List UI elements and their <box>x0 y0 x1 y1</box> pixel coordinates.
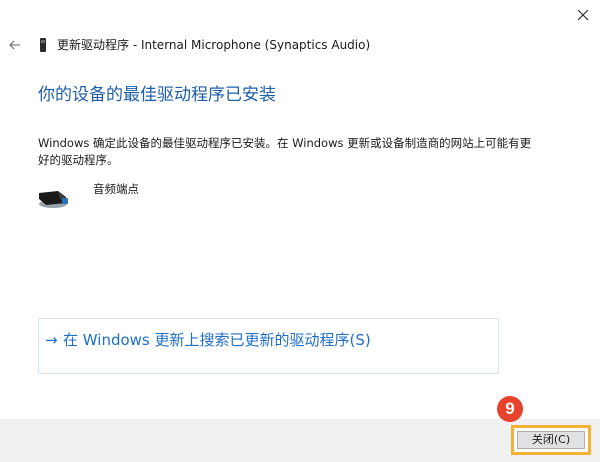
page-heading: 你的设备的最佳驱动程序已安装 <box>38 85 276 105</box>
search-windows-update-link[interactable]: → 在 Windows 更新上搜索已更新的驱动程序(S) <box>38 318 499 374</box>
arrow-right-icon: → <box>45 331 58 349</box>
close-button[interactable]: 关闭(C) <box>517 431 585 449</box>
description-text: Windows 确定此设备的最佳驱动程序已安装。在 Windows 更新或设备制… <box>38 136 532 167</box>
speaker-endpoint-icon <box>39 191 68 208</box>
footer-bar <box>0 419 600 462</box>
step-badge: 9 <box>497 396 523 422</box>
search-link-text[interactable]: 在 Windows 更新上搜索已更新的驱动程序(S) <box>63 330 371 350</box>
close-button-highlight: 关闭(C) <box>511 425 591 455</box>
update-driver-window: 更新驱动程序 - Internal Microphone (Synaptics … <box>0 0 600 462</box>
window-title: 更新驱动程序 - Internal Microphone (Synaptics … <box>57 38 371 52</box>
device-name: 音频端点 <box>93 182 139 196</box>
back-arrow-icon[interactable] <box>8 38 22 52</box>
close-icon[interactable] <box>574 6 592 24</box>
device-icon <box>40 38 46 52</box>
